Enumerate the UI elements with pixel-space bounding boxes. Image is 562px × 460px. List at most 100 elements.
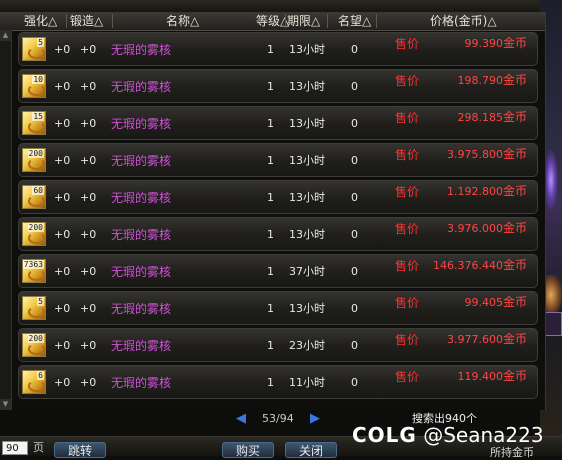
price-unit: 金币 bbox=[502, 184, 527, 198]
item-level: 1 bbox=[267, 117, 274, 130]
item-name: 无瑕的雾核 bbox=[111, 117, 172, 131]
page-number-input[interactable]: 90 bbox=[2, 441, 28, 455]
item-duration: 13小时 bbox=[289, 228, 325, 241]
mist-core-item-icon[interactable]: 200 bbox=[22, 333, 46, 357]
table-row[interactable]: 200 +0 +0 无瑕的雾核 1 13小时 0 售价 3.976.000金币 bbox=[18, 217, 538, 251]
next-page-button[interactable]: ▶ bbox=[307, 411, 323, 427]
watermark-handle: @Seana223 bbox=[423, 423, 544, 447]
price-value: 3.975.800 bbox=[447, 148, 503, 161]
price-value: 119.400 bbox=[457, 370, 503, 383]
col-enhance[interactable]: 强化△ bbox=[24, 12, 57, 30]
item-price: 146.376.440金币 bbox=[433, 248, 527, 282]
item-price: 298.185金币 bbox=[457, 100, 527, 134]
enhance-value: +0 bbox=[54, 265, 71, 278]
divider bbox=[112, 14, 113, 28]
price-unit: 金币 bbox=[502, 36, 527, 50]
sell-label: 售价 bbox=[395, 37, 420, 51]
scroll-down-icon[interactable]: ▼ bbox=[0, 399, 11, 410]
sell-label: 售价 bbox=[395, 296, 420, 310]
forge-value: +0 bbox=[80, 191, 97, 204]
table-row[interactable]: 15 +0 +0 无瑕的雾核 1 13小时 0 售价 298.185金币 bbox=[18, 106, 538, 140]
forge-value: +0 bbox=[80, 339, 97, 352]
forge-value: +0 bbox=[80, 302, 97, 315]
enhance-value: +0 bbox=[54, 302, 71, 315]
sell-label: 售价 bbox=[395, 74, 420, 88]
table-row[interactable]: 200 +0 +0 无瑕的雾核 1 13小时 0 售价 3.975.800金币 bbox=[18, 143, 538, 177]
enhance-value: +0 bbox=[54, 154, 71, 167]
enhance-value: +0 bbox=[54, 80, 71, 93]
price-unit: 金币 bbox=[502, 221, 527, 235]
table-row[interactable]: 6 +0 +0 无瑕的雾核 1 11小时 0 售价 119.400金币 bbox=[18, 365, 538, 399]
item-fame: 0 bbox=[351, 265, 358, 278]
item-level: 1 bbox=[267, 80, 274, 93]
sell-label: 售价 bbox=[395, 222, 420, 236]
mist-core-item-icon[interactable]: 6 bbox=[22, 370, 46, 394]
item-name: 无瑕的雾核 bbox=[111, 265, 172, 279]
enhance-value: +0 bbox=[54, 228, 71, 241]
jump-button[interactable]: 跳转 bbox=[54, 442, 106, 458]
watermark: COLG @Seana223 bbox=[352, 420, 544, 450]
item-level: 1 bbox=[267, 339, 274, 352]
scroll-up-icon[interactable]: ▲ bbox=[0, 30, 11, 41]
item-price: 3.975.800金币 bbox=[447, 137, 527, 171]
price-value: 99.405 bbox=[464, 296, 503, 309]
table-row[interactable]: 60 +0 +0 无瑕的雾核 1 13小时 0 售价 1.192.800金币 bbox=[18, 180, 538, 214]
table-row[interactable]: 7363 +0 +0 无瑕的雾核 1 37小时 0 售价 146.376.440… bbox=[18, 254, 538, 288]
item-quantity: 10 bbox=[32, 75, 44, 84]
forge-value: +0 bbox=[80, 154, 97, 167]
item-quantity: 15 bbox=[32, 112, 44, 121]
swirl-mark bbox=[28, 306, 45, 318]
close-button[interactable]: 关闭 bbox=[285, 442, 337, 458]
mist-core-item-icon[interactable]: 5 bbox=[22, 37, 46, 61]
swirl-mark bbox=[28, 269, 45, 281]
mist-core-item-icon[interactable]: 5 bbox=[22, 296, 46, 320]
price-unit: 金币 bbox=[502, 110, 527, 124]
item-quantity: 200 bbox=[27, 334, 44, 343]
item-duration: 13小时 bbox=[289, 302, 325, 315]
item-fame: 0 bbox=[351, 154, 358, 167]
table-row[interactable]: 10 +0 +0 无瑕的雾核 1 13小时 0 售价 198.790金币 bbox=[18, 69, 538, 103]
mist-core-item-icon[interactable]: 200 bbox=[22, 148, 46, 172]
item-fame: 0 bbox=[351, 376, 358, 389]
item-quantity: 200 bbox=[27, 149, 44, 158]
item-duration: 13小时 bbox=[289, 191, 325, 204]
divider bbox=[327, 14, 328, 28]
item-name: 无瑕的雾核 bbox=[111, 376, 172, 390]
mist-core-item-icon[interactable]: 15 bbox=[22, 111, 46, 135]
mist-core-item-icon[interactable]: 7363 bbox=[22, 259, 46, 283]
table-row[interactable]: 200 +0 +0 无瑕的雾核 1 23小时 0 售价 3.977.600金币 bbox=[18, 328, 538, 362]
item-fame: 0 bbox=[351, 80, 358, 93]
list-scrollbar[interactable]: ▲ ▼ bbox=[0, 30, 12, 410]
mist-core-item-icon[interactable]: 60 bbox=[22, 185, 46, 209]
col-name[interactable]: 名称△ bbox=[166, 12, 199, 30]
sell-label: 售价 bbox=[395, 259, 420, 273]
price-unit: 金币 bbox=[502, 258, 527, 272]
buy-button[interactable]: 购买 bbox=[222, 442, 274, 458]
col-fame[interactable]: 名望△ bbox=[338, 12, 371, 30]
col-forge[interactable]: 锻造△ bbox=[70, 12, 103, 30]
price-unit: 金币 bbox=[502, 332, 527, 346]
item-duration: 37小时 bbox=[289, 265, 325, 278]
item-duration: 13小时 bbox=[289, 154, 325, 167]
item-level: 1 bbox=[267, 43, 274, 56]
price-value: 3.977.600 bbox=[447, 333, 503, 346]
price-unit: 金币 bbox=[502, 73, 527, 87]
item-price: 119.400金币 bbox=[457, 359, 527, 393]
col-duration[interactable]: 期限△ bbox=[287, 12, 320, 30]
item-name: 无瑕的雾核 bbox=[111, 80, 172, 94]
forge-value: +0 bbox=[80, 265, 97, 278]
table-row[interactable]: 5 +0 +0 无瑕的雾核 1 13小时 0 售价 99.390金币 bbox=[18, 32, 538, 66]
table-row[interactable]: 5 +0 +0 无瑕的雾核 1 13小时 0 售价 99.405金币 bbox=[18, 291, 538, 325]
mist-core-item-icon[interactable]: 200 bbox=[22, 222, 46, 246]
item-quantity: 5 bbox=[37, 38, 44, 47]
item-price: 99.405金币 bbox=[464, 285, 527, 319]
price-unit: 金币 bbox=[502, 147, 527, 161]
prev-page-button[interactable]: ◀ bbox=[233, 411, 249, 427]
item-duration: 11小时 bbox=[289, 376, 325, 389]
enhance-value: +0 bbox=[54, 43, 71, 56]
item-price: 3.977.600金币 bbox=[447, 322, 527, 356]
swirl-mark bbox=[28, 47, 45, 59]
swirl-mark bbox=[28, 195, 45, 207]
enhance-value: +0 bbox=[54, 376, 71, 389]
mist-core-item-icon[interactable]: 10 bbox=[22, 74, 46, 98]
